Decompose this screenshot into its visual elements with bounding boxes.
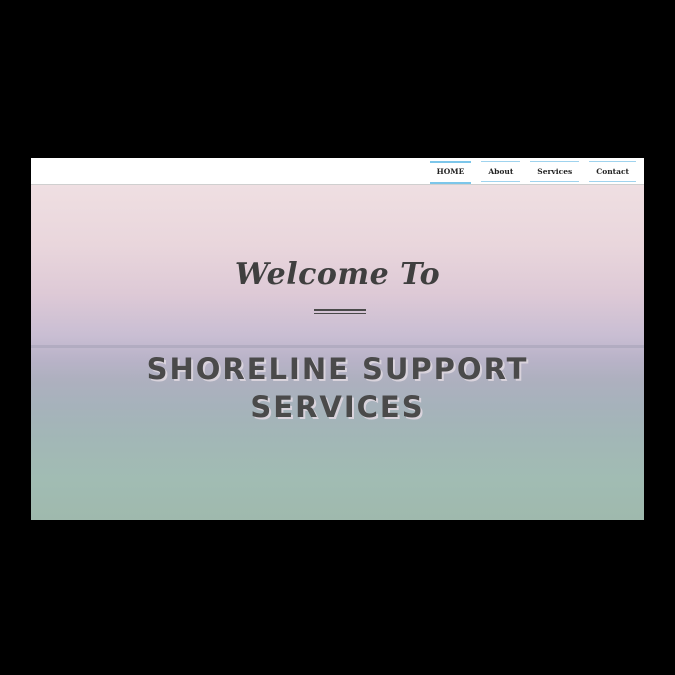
nav-menu: HOME About Services Contact (429, 161, 636, 184)
site-title-line-1: SHORELINE SUPPORT (146, 352, 529, 386)
hero-banner: Welcome To SHORELINE SUPPORT SERVICES (31, 185, 644, 520)
nav-item-home[interactable]: HOME (429, 161, 472, 184)
site-title: SHORELINE SUPPORT SERVICES (31, 350, 644, 426)
site-frame: HOME About Services Contact Welcome To S… (31, 158, 644, 520)
sea-horizon (31, 345, 644, 348)
site-title-line-2: SERVICES (250, 390, 425, 424)
nav-item-contact[interactable]: Contact (589, 161, 636, 182)
welcome-heading: Welcome To (234, 257, 441, 292)
nav-item-about[interactable]: About (481, 161, 521, 182)
nav-item-services[interactable]: Services (530, 161, 580, 182)
top-navigation-bar: HOME About Services Contact (31, 158, 644, 185)
heading-divider (314, 309, 366, 314)
